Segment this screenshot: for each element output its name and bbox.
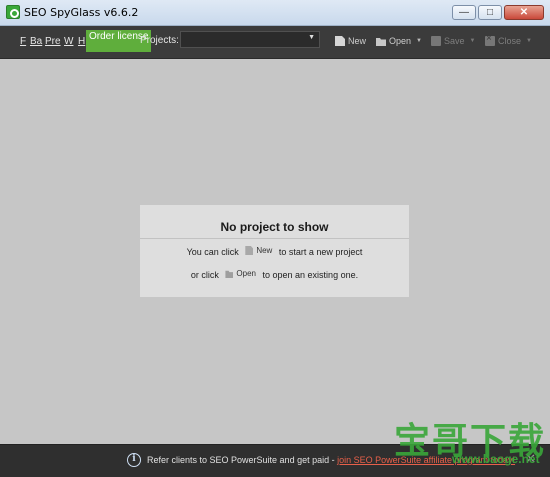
inline-new-label: New xyxy=(256,246,273,255)
minimize-button[interactable]: — xyxy=(452,5,476,20)
menu-preferences[interactable]: Pre xyxy=(45,36,61,47)
maximize-icon: □ xyxy=(486,7,494,18)
info-icon: i xyxy=(127,453,141,467)
new-button-label: New xyxy=(348,36,367,46)
affiliate-link[interactable]: join SEO PowerSuite affiliate program to… xyxy=(337,455,515,465)
referral-message: Refer clients to SEO PowerSuite and get … xyxy=(147,455,515,465)
inline-open-label: Open xyxy=(236,269,256,278)
menu-help[interactable]: H xyxy=(78,36,85,47)
projects-dropdown[interactable]: ▼ xyxy=(180,31,320,48)
save-icon xyxy=(431,36,441,46)
hint-text: You can click xyxy=(186,247,239,257)
divider xyxy=(140,238,409,239)
inline-new-button[interactable]: New xyxy=(245,246,272,255)
close-window-button[interactable]: ✕ xyxy=(504,5,544,20)
menu-file[interactable]: F xyxy=(20,36,26,47)
close-project-icon xyxy=(485,33,495,46)
menu-backup[interactable]: Ba xyxy=(30,36,42,47)
minimize-icon: — xyxy=(459,7,469,18)
folder-icon xyxy=(376,38,386,46)
notification-bar: i Refer clients to SEO PowerSuite and ge… xyxy=(0,444,550,477)
referral-text: Refer clients to SEO PowerSuite and get … xyxy=(147,455,335,465)
folder-icon xyxy=(225,270,234,278)
toolbar: F Ba Pre W H Order license Projects: ▼ N… xyxy=(0,26,550,59)
menu-window[interactable]: W xyxy=(64,36,73,47)
save-project-button[interactable]: Save ▼ xyxy=(431,34,475,48)
new-document-icon xyxy=(245,246,254,255)
close-project-button[interactable]: Close ▼ xyxy=(485,33,532,48)
workspace: No project to show You can click New to … xyxy=(0,60,550,444)
new-document-icon xyxy=(335,36,345,46)
window-title-bar: SEO SpyGlass v6.6.2 — □ ✕ xyxy=(0,0,550,26)
projects-label: Projects: xyxy=(140,35,179,46)
new-project-hint: You can click New to start a new project xyxy=(140,246,409,257)
maximize-button[interactable]: □ xyxy=(478,5,502,20)
app-logo-icon xyxy=(6,5,20,19)
window-controls: — □ ✕ xyxy=(452,5,544,20)
open-button-label: Open xyxy=(389,36,412,46)
chevron-down-icon: ▼ xyxy=(469,38,476,44)
save-button-label: Save xyxy=(444,36,465,46)
empty-state-title: No project to show xyxy=(220,220,329,234)
close-button-label: Close xyxy=(498,36,522,46)
new-project-button[interactable]: New xyxy=(335,34,366,48)
hint-text: to open an existing one. xyxy=(262,270,359,280)
hint-text: to start a new project xyxy=(278,247,363,257)
inline-open-button[interactable]: Open xyxy=(225,269,256,278)
close-icon[interactable]: ✕ xyxy=(525,452,536,466)
hint-text: or click xyxy=(190,270,219,280)
chevron-down-icon: ▼ xyxy=(308,34,315,41)
chevron-down-icon: ▼ xyxy=(526,38,532,44)
empty-state-panel: No project to show You can click New to … xyxy=(140,205,409,297)
window-title: SEO SpyGlass v6.6.2 xyxy=(24,6,139,19)
open-project-button[interactable]: Open ▼ xyxy=(376,34,422,48)
chevron-down-icon: ▼ xyxy=(416,38,422,44)
open-project-hint: or click Open to open an existing one. xyxy=(140,269,409,280)
close-icon: ✕ xyxy=(519,7,529,18)
